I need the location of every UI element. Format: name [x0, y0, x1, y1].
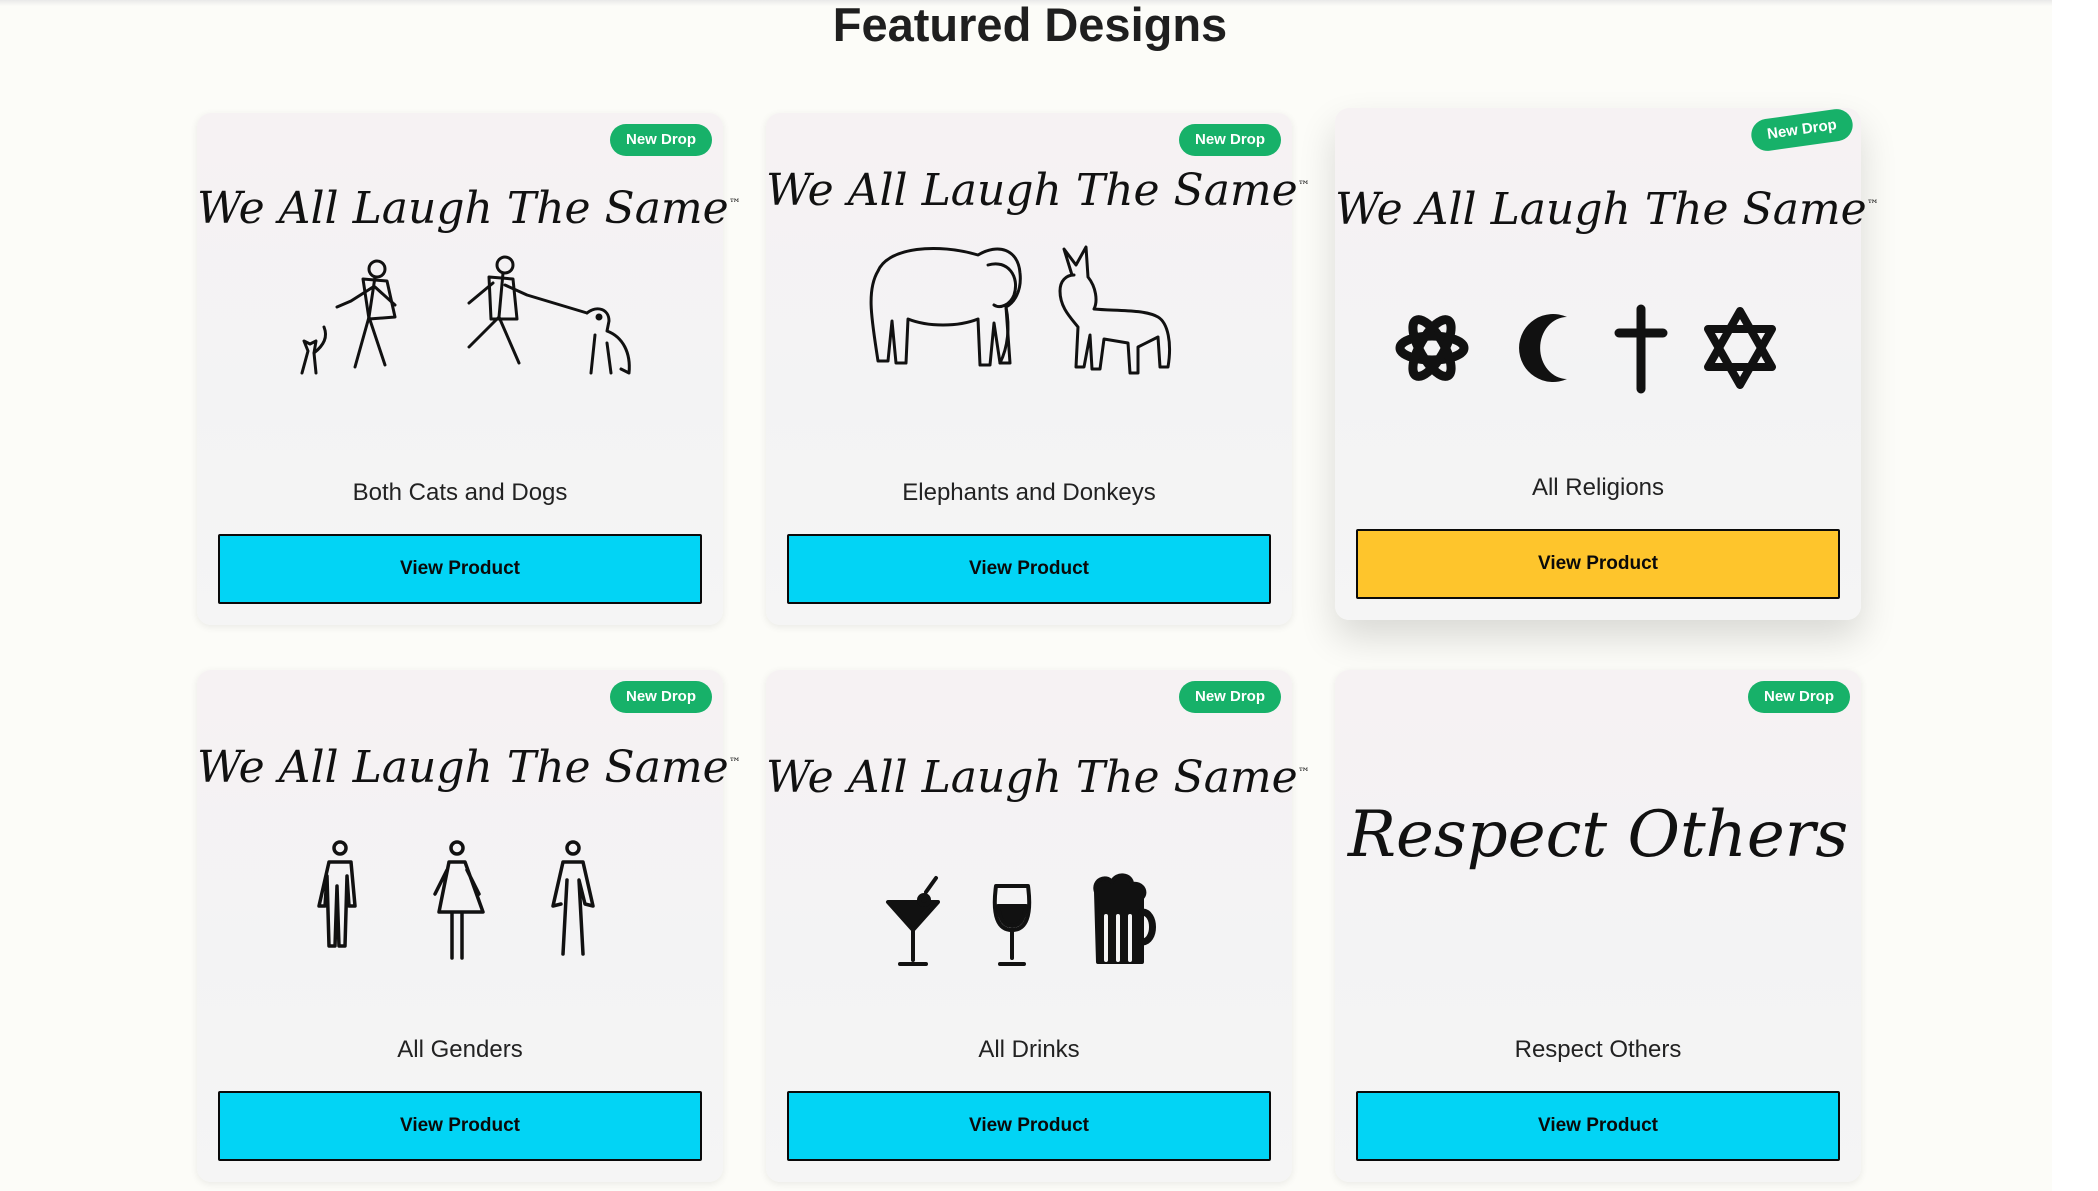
product-caption: Elephants and Donkeys [902, 479, 1156, 506]
gender-figures-icon [317, 840, 595, 960]
trademark: ™ [728, 196, 741, 211]
new-drop-badge: New Drop [609, 124, 712, 156]
slogan-text: We All Laugh The Same [766, 165, 1298, 216]
product-caption: All Genders [397, 1036, 523, 1063]
view-product-button[interactable]: View Product [787, 1091, 1271, 1161]
design-image[interactable]: We All Laugh The Same™ [1335, 158, 1879, 458]
product-caption: Both Cats and Dogs [352, 479, 568, 506]
design-image[interactable]: We All Laugh The Same™ [766, 163, 1310, 463]
new-drop-badge: New Drop [609, 681, 712, 713]
trademark: ™ [728, 755, 741, 770]
product-card[interactable]: New Drop We All Laugh The Same™ All Drin… [766, 670, 1310, 1182]
design-image[interactable]: We All Laugh The Same™ [197, 163, 741, 463]
design-image[interactable]: We All Laugh The Same™ [766, 720, 1310, 1020]
design-image[interactable]: We All Laugh The Same™ [197, 720, 741, 1020]
view-product-button[interactable]: View Product [787, 534, 1271, 604]
design-slogan: We All Laugh The Same™ [197, 742, 741, 793]
elephant-donkey-icon [869, 245, 1172, 375]
slogan-text: We All Laugh The Same [1335, 184, 1867, 235]
product-card[interactable]: New Drop We All Laugh The Same™ All Gend… [197, 670, 741, 1182]
product-card[interactable]: New Drop We All Laugh The Same™ All Reli… [1335, 107, 1879, 620]
view-product-button[interactable]: View Product [218, 534, 702, 604]
new-drop-badge: New Drop [1178, 681, 1281, 713]
new-drop-badge: New Drop [1178, 124, 1281, 156]
slogan-text: Respect Others [1347, 798, 1849, 872]
design-slogan: We All Laugh The Same™ [766, 165, 1310, 216]
drinks-icon [886, 873, 1156, 966]
product-grid: New Drop We All Laugh The Same™ Both Cat… [197, 107, 1879, 1182]
new-drop-badge: New Drop [1747, 681, 1850, 713]
product-caption: All Religions [1531, 474, 1665, 501]
view-product-button[interactable]: View Product [218, 1091, 702, 1161]
product-card[interactable]: New Drop We All Laugh The Same™ Both Cat… [197, 113, 741, 625]
trademark: ™ [1866, 197, 1879, 212]
view-product-button[interactable]: View Product [1356, 1091, 1840, 1161]
religion-symbols-icon [1395, 304, 1776, 394]
page-title: Featured Designs [832, 0, 1228, 51]
product-caption: Respect Others [1514, 1036, 1682, 1063]
design-slogan: We All Laugh The Same™ [197, 183, 741, 234]
product-card[interactable]: New Drop Respect Others Respect Others V… [1335, 670, 1861, 1182]
slogan-text: We All Laugh The Same [197, 742, 729, 793]
trademark: ™ [1297, 178, 1310, 193]
design-image[interactable]: Respect Others [1335, 720, 1861, 1020]
design-slogan: Respect Others [1335, 798, 1861, 872]
design-slogan: We All Laugh The Same™ [1335, 184, 1879, 235]
scroll-gutter [2052, 0, 2098, 1191]
view-product-button[interactable]: View Product [1356, 529, 1840, 599]
slogan-text: We All Laugh The Same [766, 752, 1298, 803]
cat-dog-walkers-icon [300, 255, 631, 375]
slogan-text: We All Laugh The Same [197, 183, 729, 234]
trademark: ™ [1297, 765, 1310, 780]
new-drop-badge: New Drop [1749, 107, 1855, 153]
product-caption: All Drinks [978, 1036, 1080, 1063]
design-slogan: We All Laugh The Same™ [766, 752, 1310, 803]
product-card[interactable]: New Drop We All Laugh The Same™ Elephant… [766, 113, 1310, 625]
